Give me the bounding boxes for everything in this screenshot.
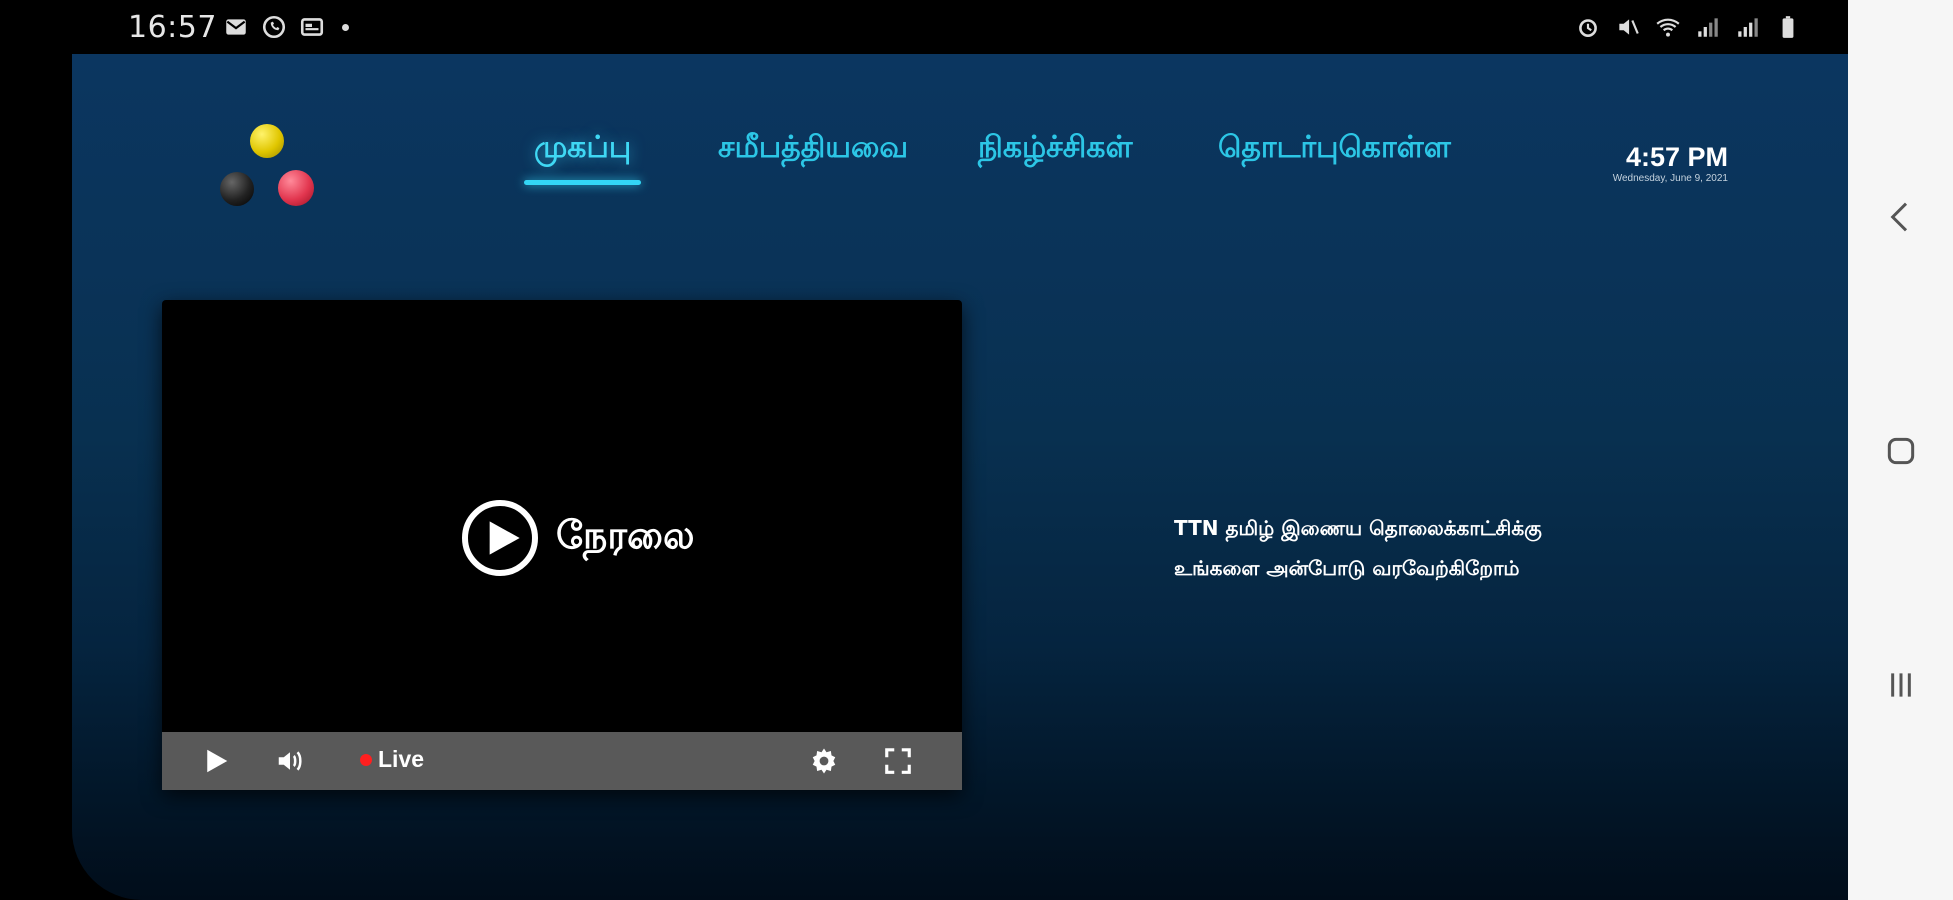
status-left-icons [222,14,349,40]
nav-item-label: முகப்பு [534,130,632,165]
home-icon[interactable] [1874,424,1928,478]
live-badge[interactable]: Live [360,746,424,773]
video-player[interactable]: நேரலை Live [162,300,962,790]
status-time: 16:57 [128,10,217,45]
player-controls: Live [162,732,962,790]
nav-item-latest[interactable]: சமீபத்தியவை [718,130,908,169]
welcome-message: TTN தமிழ் இணைய தொலைக்காட்சிக்கு உங்களை அ… [1174,508,1694,588]
nav-item-label: தொடர்புகொள்ள [1218,130,1451,165]
main-nav: முகப்பு சமீபத்தியவை நிகழ்ச்சிகள் தொடர்பு… [72,130,1848,210]
mute-icon [1614,14,1642,40]
play-icon[interactable] [196,741,236,781]
status-bar: 16:57 [0,0,1848,54]
clock-date: Wednesday, June 9, 2021 [1612,173,1728,184]
status-right-icons [1574,14,1802,40]
more-notifications-dot [342,23,349,31]
big-play-overlay[interactable]: நேரலை [462,500,695,576]
recents-icon[interactable] [1874,658,1928,712]
nav-item-label: நிகழ்ச்சிகள் [978,130,1133,165]
nav-active-underline [524,180,642,185]
nav-item-programs[interactable]: நிகழ்ச்சிகள் [978,130,1133,169]
signal-icon [1694,14,1722,40]
fullscreen-icon[interactable] [878,741,918,781]
signal-icon [1734,14,1762,40]
app-screen: முகப்பு சமீபத்தியவை நிகழ்ச்சிகள் தொடர்பு… [72,54,1848,900]
welcome-line-1: TTN தமிழ் இணைய தொலைக்காட்சிக்கு [1174,516,1542,540]
whatsapp-icon [260,14,288,40]
news-icon [298,14,326,40]
live-dot-icon [360,753,372,766]
battery-icon [1774,14,1802,40]
mail-icon [222,14,250,40]
big-play-icon[interactable] [462,500,538,576]
volume-icon[interactable] [270,741,310,781]
nav-item-label: சமீபத்தியவை [718,130,909,165]
welcome-line-2: உங்களை அன்போடு வரவேற்கிறோம் [1174,556,1520,580]
live-overlay-label: நேரலை [556,513,695,557]
android-nav-bar [1848,0,1953,900]
back-icon[interactable] [1874,190,1928,244]
wifi-icon [1654,14,1682,40]
alarm-icon [1574,14,1602,40]
nav-item-contact[interactable]: தொடர்புகொள்ள [1218,130,1451,169]
live-badge-label: Live [378,746,425,772]
nav-item-home[interactable]: முகப்பு [524,130,642,185]
clock-time: 4:57 PM [1625,142,1728,172]
clock: 4:57 PM Wednesday, June 9, 2021 [1613,142,1728,184]
screen: 16:57 முகப்பு சமீபத்தியவை நிகழ்ச்சிகள் த… [0,0,1953,900]
settings-icon[interactable] [804,741,844,781]
